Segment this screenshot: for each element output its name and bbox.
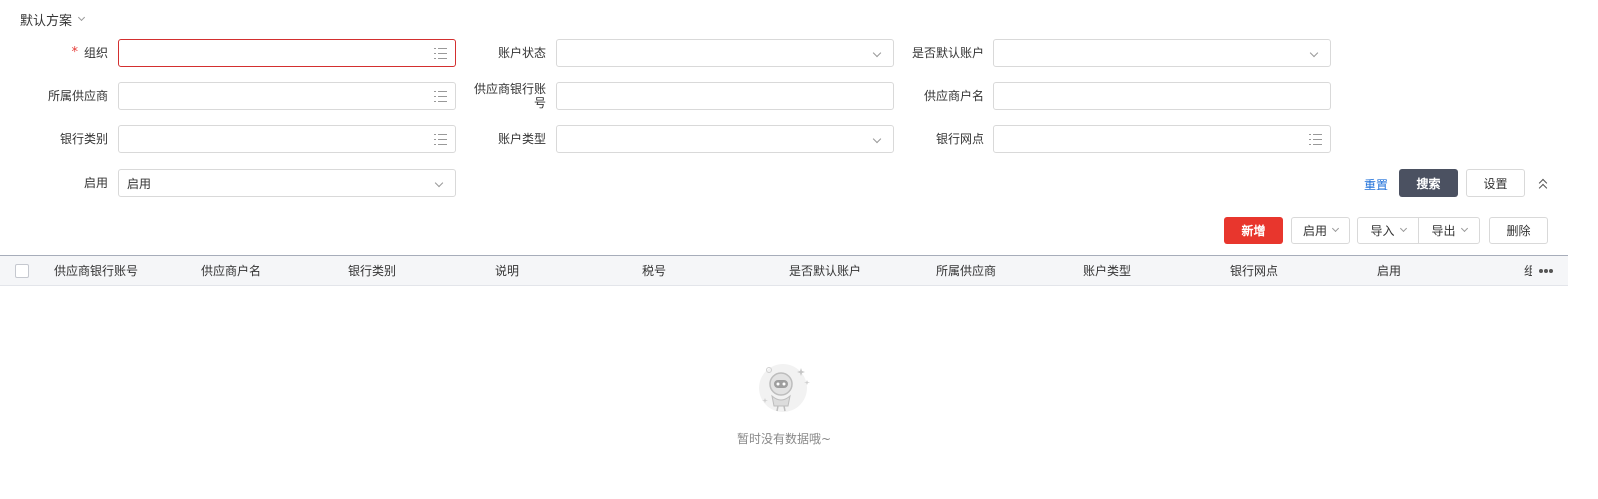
column-header[interactable]: 供应商银行账号: [54, 256, 138, 286]
export-dropdown-button[interactable]: 导出: [1418, 217, 1480, 244]
scheme-selector[interactable]: 默认方案: [20, 10, 86, 29]
org-input[interactable]: [118, 39, 456, 67]
import-dropdown-button[interactable]: 导入: [1357, 217, 1419, 244]
table-header: 供应商银行账号 供应商户名 银行类别 说明 税号 是否默认账户 所属供应商 账户…: [0, 255, 1568, 286]
bank-account-input[interactable]: [556, 82, 894, 110]
column-header[interactable]: 是否默认账户: [789, 256, 861, 286]
enabled-value: 启用: [127, 176, 152, 191]
enabled-select[interactable]: 启用: [118, 169, 456, 197]
scheme-label: 默认方案: [20, 13, 73, 29]
bank-branch-label: 银行网点: [935, 132, 984, 146]
column-header[interactable]: 银行类别: [348, 256, 396, 286]
chevron-down-icon: [1331, 224, 1340, 233]
filter-row-2: 所属供应商 供应商银行账号 供应商户名: [0, 82, 1598, 110]
filter-row-4: 启用 启用: [0, 169, 1598, 197]
chevron-down-icon: [1460, 224, 1468, 233]
chevron-down-icon: [434, 178, 444, 188]
reset-button[interactable]: 重置: [1363, 170, 1389, 198]
filter-row-1: * 组织 账户状态 是否默认账户: [0, 39, 1598, 67]
chevron-down-icon: [1309, 48, 1319, 58]
supplier-input[interactable]: [118, 82, 456, 110]
astronaut-empty-icon: [759, 364, 810, 412]
is-default-label: 是否默认账户: [911, 46, 984, 60]
account-name-label: 供应商户名: [923, 89, 984, 103]
bank-type-input[interactable]: [118, 125, 456, 153]
list-icon[interactable]: [434, 134, 447, 145]
supplier-label: 所属供应商: [47, 89, 108, 103]
column-header[interactable]: 组: [1524, 256, 1532, 286]
account-status-label: 账户状态: [497, 46, 546, 60]
delete-button[interactable]: 删除: [1489, 217, 1548, 244]
list-icon[interactable]: [434, 91, 447, 102]
select-all-checkbox[interactable]: [15, 264, 29, 278]
required-mark: *: [71, 45, 78, 60]
list-icon[interactable]: [434, 48, 447, 59]
account-type-select[interactable]: [556, 125, 894, 153]
bank-account-label: 供应商银行账号: [473, 82, 546, 110]
is-default-select[interactable]: [993, 39, 1331, 67]
account-name-input[interactable]: [993, 82, 1331, 110]
bank-type-label: 银行类别: [59, 132, 108, 146]
column-header[interactable]: 供应商户名: [201, 256, 261, 286]
enabled-label: 启用: [83, 176, 108, 190]
column-header[interactable]: 税号: [642, 256, 666, 286]
filter-row-3: 银行类别 账户类型 银行网点: [0, 125, 1598, 153]
account-type-label: 账户类型: [497, 132, 546, 146]
list-icon[interactable]: [1309, 134, 1322, 145]
chevron-down-icon: [77, 13, 86, 21]
add-button[interactable]: 新增: [1224, 217, 1283, 244]
chevron-down-icon: [872, 48, 882, 58]
settings-button[interactable]: 设置: [1466, 169, 1525, 197]
account-status-select[interactable]: [556, 39, 894, 67]
chevron-down-icon: [1399, 224, 1407, 233]
enable-dropdown-button[interactable]: 启用: [1291, 217, 1350, 244]
column-header[interactable]: 账户类型: [1083, 256, 1131, 286]
search-button[interactable]: 搜索: [1399, 169, 1458, 197]
bank-branch-input[interactable]: [993, 125, 1331, 153]
column-header[interactable]: 所属供应商: [936, 256, 996, 286]
empty-text: 暂时没有数据哦~: [736, 432, 832, 446]
column-header[interactable]: 启用: [1377, 256, 1401, 286]
org-label: * 组织: [71, 45, 108, 61]
double-chevron-up-icon[interactable]: [1537, 178, 1549, 193]
chevron-down-icon: [872, 134, 882, 144]
column-header[interactable]: 银行网点: [1230, 256, 1278, 286]
column-header[interactable]: 说明: [495, 256, 519, 286]
more-horizontal-icon[interactable]: [1539, 269, 1553, 273]
